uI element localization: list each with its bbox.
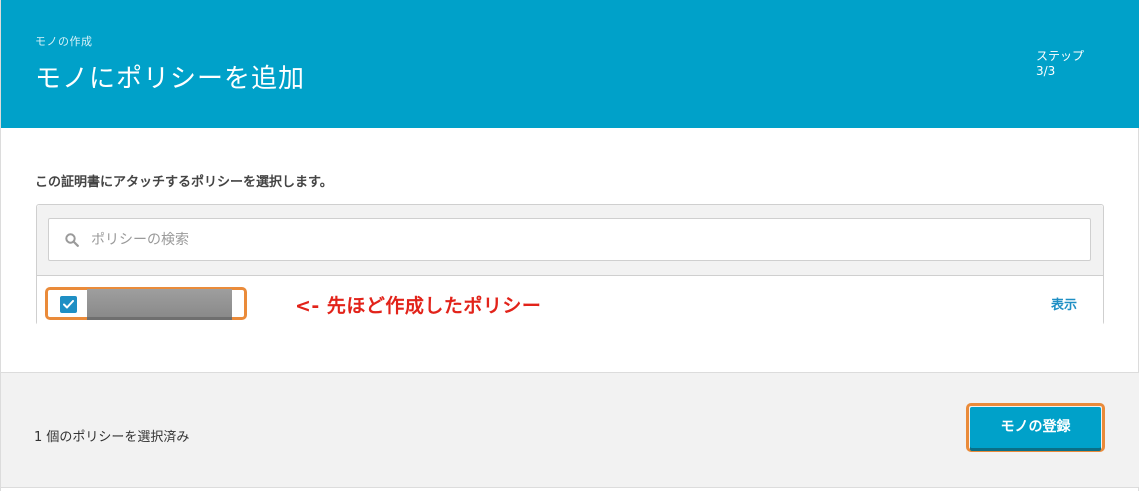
step-indicator: ステップ 3/3	[1036, 49, 1084, 79]
selected-count: 1 個のポリシーを選択済み	[34, 430, 190, 445]
check-icon	[63, 300, 74, 309]
policy-row[interactable]: <- 先ほど作成したポリシー 表示	[37, 277, 1103, 325]
search-area	[37, 205, 1103, 276]
search-icon	[65, 233, 79, 247]
page-header: モノの作成 モノにポリシーを追加 ステップ 3/3	[1, 0, 1139, 128]
policy-selector: <- 先ほど作成したポリシー 表示	[36, 204, 1104, 325]
register-thing-button[interactable]: モノの登録	[970, 407, 1101, 448]
policy-checkbox[interactable]	[60, 296, 77, 313]
annotation-text: <- 先ほど作成したポリシー	[295, 295, 542, 317]
footer: 1 個のポリシーを選択済み モノの登録	[1, 372, 1139, 488]
step-label: ステップ	[1035, 49, 1084, 63]
view-link[interactable]: 表示	[1051, 294, 1077, 313]
page: モノの作成 モノにポリシーを追加 ステップ 3/3 この証明書にアタッチするポリ…	[0, 0, 1139, 491]
instruction-text: この証明書にアタッチするポリシーを選択します。	[35, 175, 333, 190]
redacted-policy-name	[87, 289, 232, 320]
step-value: 3/3	[1035, 64, 1056, 78]
search-input[interactable]	[91, 219, 1071, 260]
breadcrumb[interactable]: モノの作成	[35, 33, 93, 49]
page-title: モノにポリシーを追加	[35, 64, 306, 94]
search-field[interactable]	[48, 218, 1091, 261]
